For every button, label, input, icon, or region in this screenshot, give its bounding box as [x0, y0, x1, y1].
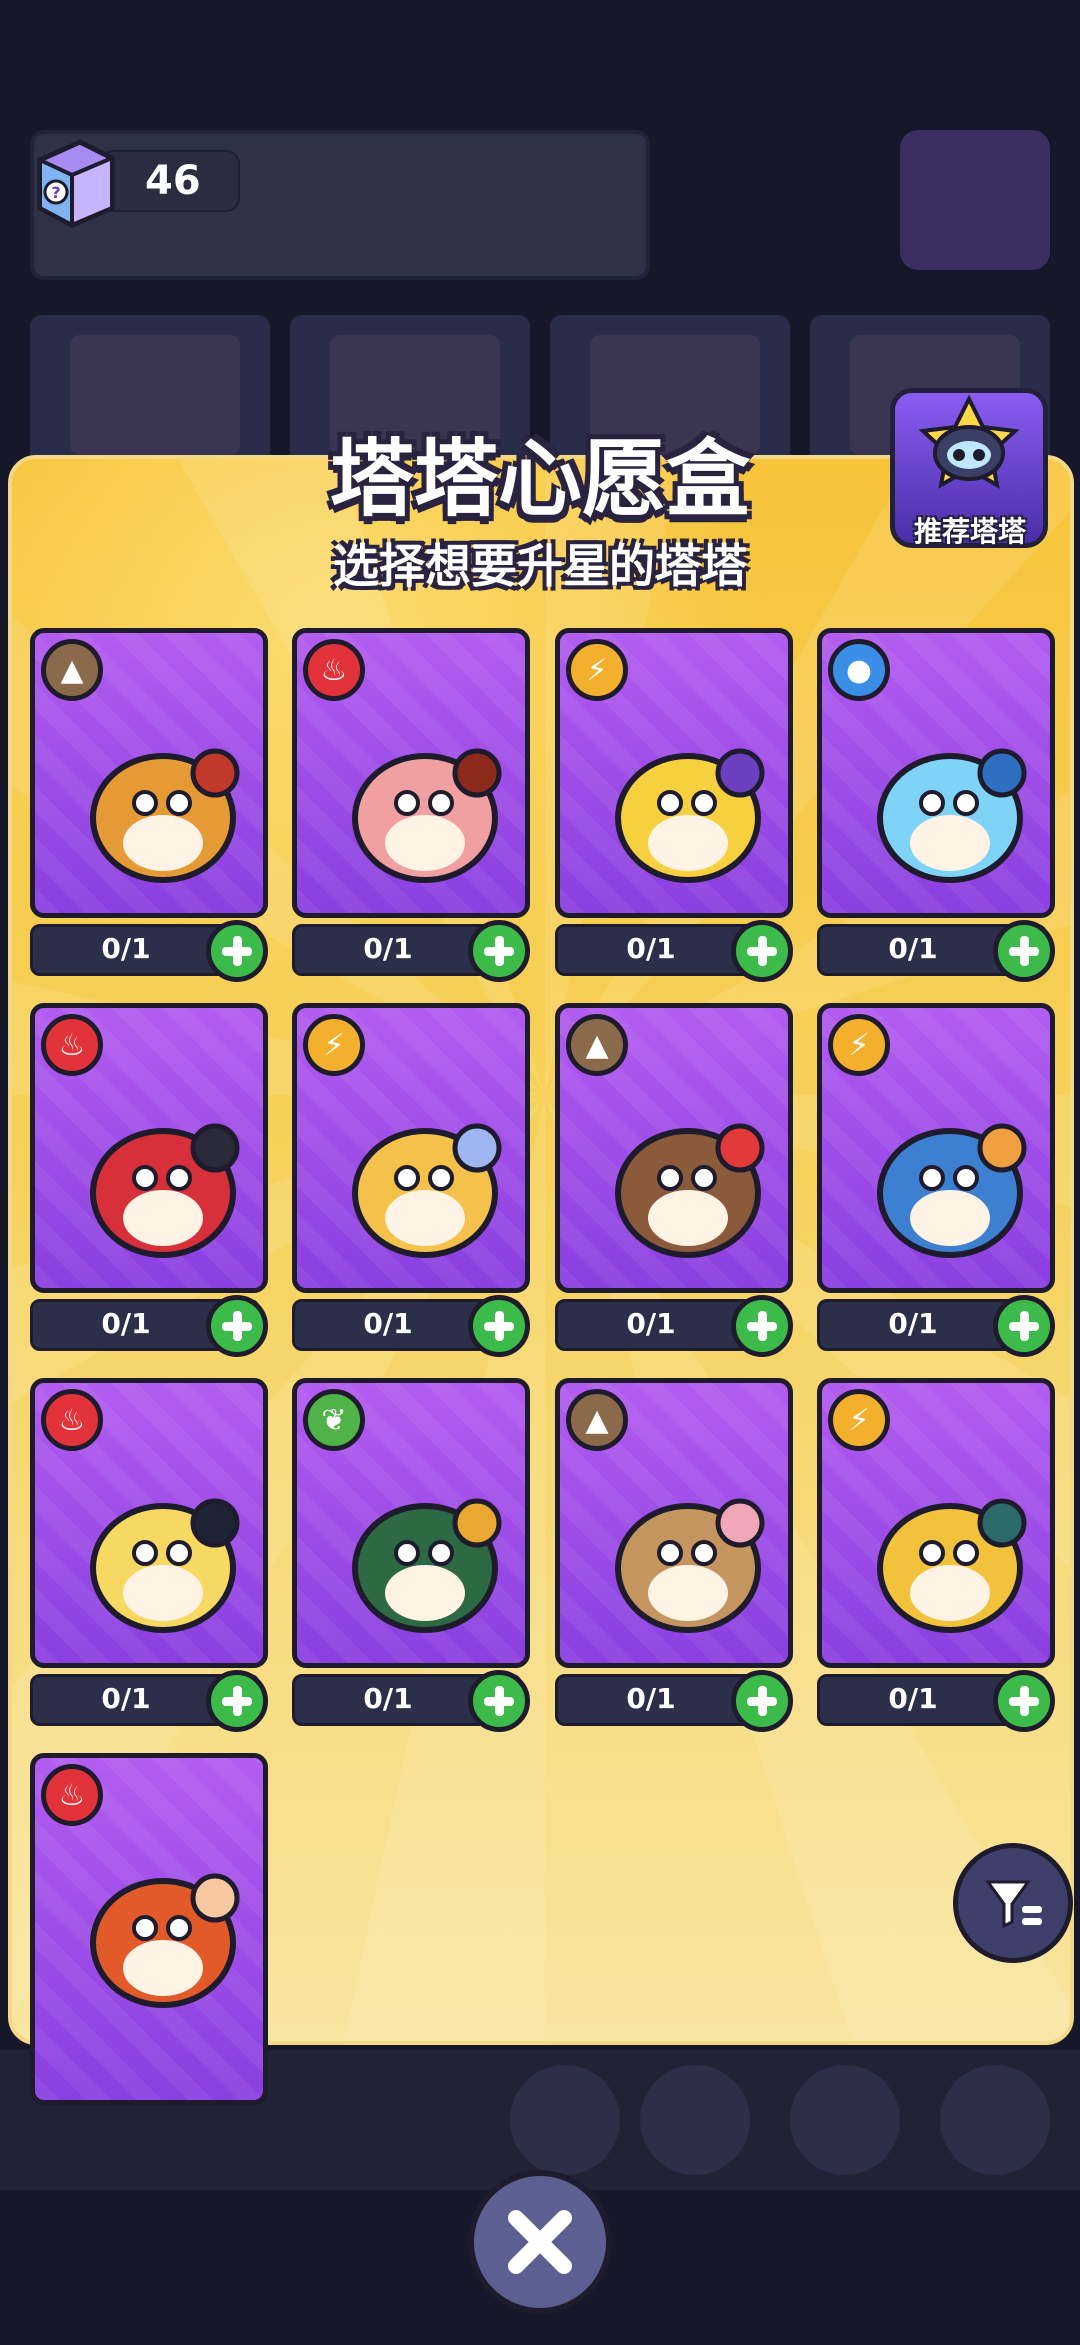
creature-portrait [90, 1498, 240, 1633]
creature-card[interactable]: ♨ [30, 1378, 268, 1668]
collect-count: 0/1 [626, 1682, 676, 1715]
currency-value: 46 [145, 158, 201, 204]
wish-box-icon: ? [37, 139, 115, 229]
flame-icon: ♨ [303, 639, 365, 701]
lightning-icon: ⚡ [303, 1014, 365, 1076]
flame-icon: ♨ [41, 1389, 103, 1451]
leaf-icon: ❦ [303, 1389, 365, 1451]
creature-card[interactable]: ▲ [30, 628, 268, 918]
creature-card-frame: ⚡ [292, 1003, 530, 1293]
background-item [940, 2065, 1050, 2175]
creature-portrait [877, 1498, 1027, 1633]
creature-portrait [615, 748, 765, 883]
add-wish-button[interactable] [206, 1670, 268, 1732]
background-item [640, 2065, 750, 2175]
creature-card-frame: ⚡ [555, 628, 793, 918]
creature-portrait [615, 1498, 765, 1633]
flame-icon: ♨ [41, 1764, 103, 1826]
creature-card[interactable]: ● [817, 628, 1055, 918]
creature-card-frame: ● [817, 628, 1055, 918]
droplet-icon: ● [828, 639, 890, 701]
creature-card-frame: ⚡ [817, 1378, 1055, 1668]
creature-portrait [877, 1123, 1027, 1258]
recommend-creature-icon [918, 394, 1020, 489]
creature-card-frame: ♨ [30, 1003, 268, 1293]
collect-count: 0/1 [363, 1307, 413, 1340]
collect-count: 0/1 [888, 1682, 938, 1715]
collect-count: 0/1 [888, 932, 938, 965]
recommend-label[interactable]: 推荐塔塔 [895, 510, 1045, 550]
creature-card[interactable]: ⚡ [817, 1003, 1055, 1293]
flame-icon: ♨ [41, 1014, 103, 1076]
creature-card-frame: ♨ [292, 628, 530, 918]
creature-portrait [352, 748, 502, 883]
collect-count: 0/1 [101, 932, 151, 965]
mountain-icon: ▲ [566, 1389, 628, 1451]
add-wish-button[interactable] [206, 920, 268, 982]
creature-portrait [615, 1123, 765, 1258]
creature-card-frame: ⚡ [817, 1003, 1055, 1293]
add-wish-button[interactable] [206, 1295, 268, 1357]
collect-count: 0/1 [363, 1682, 413, 1715]
creature-portrait [90, 748, 240, 883]
add-wish-button[interactable] [993, 1295, 1055, 1357]
lightning-icon: ⚡ [828, 1389, 890, 1451]
creature-portrait [877, 748, 1027, 883]
collect-count: 0/1 [101, 1682, 151, 1715]
creature-card[interactable]: ⚡ [555, 628, 793, 918]
lightning-icon: ⚡ [566, 639, 628, 701]
creature-card-frame: ▲ [555, 1003, 793, 1293]
creature-card[interactable]: ❦ [292, 1378, 530, 1668]
close-button[interactable] [468, 2170, 612, 2314]
add-wish-button[interactable] [731, 1295, 793, 1357]
mountain-icon: ▲ [41, 639, 103, 701]
creature-card[interactable]: ♨ [30, 1003, 268, 1293]
creature-portrait [352, 1123, 502, 1258]
creature-card[interactable]: ⚡ [292, 1003, 530, 1293]
creature-portrait [352, 1498, 502, 1633]
mountain-icon: ▲ [566, 1014, 628, 1076]
background-item [510, 2065, 620, 2175]
creature-card[interactable]: ♨ [30, 1753, 268, 2105]
creature-card[interactable]: ⚡ [817, 1378, 1055, 1668]
add-wish-button[interactable] [993, 1670, 1055, 1732]
background-feature-button [900, 130, 1050, 270]
creature-card-frame: ♨ [30, 1378, 268, 1668]
creature-card[interactable]: ▲ [555, 1378, 793, 1668]
creature-portrait [90, 1873, 240, 2008]
collect-count: 0/1 [888, 1307, 938, 1340]
add-wish-button[interactable] [468, 1295, 530, 1357]
svg-text:?: ? [51, 183, 60, 202]
filter-icon [985, 1880, 1042, 1929]
collect-count: 0/1 [101, 1307, 151, 1340]
collect-count: 0/1 [626, 932, 676, 965]
add-wish-button[interactable] [468, 1670, 530, 1732]
filter-button[interactable] [953, 1843, 1073, 1963]
creature-card-frame: ♨ [30, 1753, 268, 2105]
creature-card-frame: ▲ [555, 1378, 793, 1668]
creature-card-frame: ❦ [292, 1378, 530, 1668]
creature-card[interactable]: ▲ [555, 1003, 793, 1293]
collect-count: 0/1 [363, 932, 413, 965]
add-wish-button[interactable] [993, 920, 1055, 982]
creature-portrait [90, 1123, 240, 1258]
collect-count: 0/1 [626, 1307, 676, 1340]
add-wish-button[interactable] [731, 920, 793, 982]
lightning-icon: ⚡ [828, 1014, 890, 1076]
add-wish-button[interactable] [468, 920, 530, 982]
add-wish-button[interactable] [731, 1670, 793, 1732]
close-icon [508, 2210, 572, 2274]
creature-card-frame: ▲ [30, 628, 268, 918]
background-item [790, 2065, 900, 2175]
creature-card[interactable]: ♨ [292, 628, 530, 918]
